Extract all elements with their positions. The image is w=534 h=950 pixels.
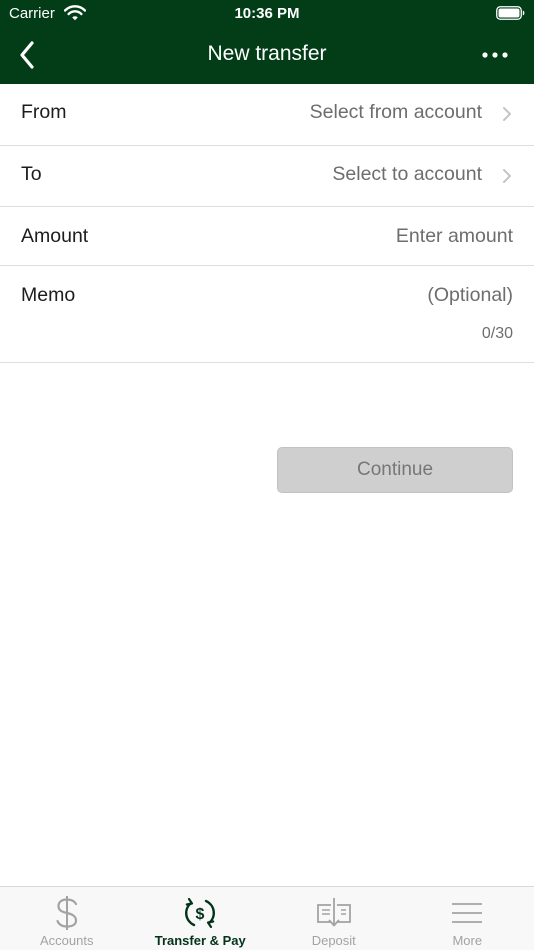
to-account-value: Select to account xyxy=(332,163,482,185)
amount-field[interactable]: Amount Enter amount xyxy=(0,207,534,266)
tab-bar: Accounts $ Transfer & Pay Deposit More xyxy=(0,886,534,950)
tab-transfer-pay[interactable]: $ Transfer & Pay xyxy=(134,887,268,950)
transfer-form: From Select from account To Select to ac… xyxy=(0,84,534,363)
to-account-row[interactable]: To Select to account xyxy=(0,146,534,207)
amount-label: Amount xyxy=(21,225,89,247)
menu-icon xyxy=(447,893,487,933)
header: Carrier 10:36 PM New transfer xyxy=(0,0,534,84)
clock: 10:36 PM xyxy=(234,5,300,22)
memo-character-counter: 0/30 xyxy=(481,325,513,342)
from-account-value: Select from account xyxy=(309,101,482,123)
status-bar: Carrier 10:36 PM xyxy=(0,0,534,28)
svg-text:$: $ xyxy=(196,906,205,923)
amount-placeholder: Enter amount xyxy=(395,225,513,247)
memo-label: Memo xyxy=(21,284,76,306)
check-deposit-icon xyxy=(314,893,354,933)
chevron-right-icon xyxy=(503,169,511,183)
dollar-icon xyxy=(47,893,87,933)
more-options-button[interactable] xyxy=(478,44,512,66)
ellipsis-icon xyxy=(482,52,508,58)
battery-icon xyxy=(496,6,525,20)
from-account-row[interactable]: From Select from account xyxy=(0,84,534,146)
tab-accounts[interactable]: Accounts xyxy=(0,887,134,950)
transfer-pay-icon: $ xyxy=(180,893,220,933)
from-label: From xyxy=(21,101,67,123)
new-transfer-screen: Carrier 10:36 PM New transfer From Selec… xyxy=(0,0,534,950)
memo-placeholder: (Optional) xyxy=(427,284,513,306)
chevron-right-icon xyxy=(503,107,511,121)
memo-field[interactable]: Memo (Optional) 0/30 xyxy=(0,266,534,363)
tab-more[interactable]: More xyxy=(401,887,534,950)
continue-button[interactable]: Continue xyxy=(277,447,513,493)
to-label: To xyxy=(21,163,42,185)
tab-deposit[interactable]: Deposit xyxy=(267,887,401,950)
page-title: New transfer xyxy=(207,42,327,65)
tab-label: Transfer & Pay xyxy=(154,933,246,948)
nav-bar: New transfer xyxy=(0,28,534,84)
tab-label: More xyxy=(452,933,483,948)
tab-label: Deposit xyxy=(311,933,356,948)
tab-label: Accounts xyxy=(40,933,94,948)
